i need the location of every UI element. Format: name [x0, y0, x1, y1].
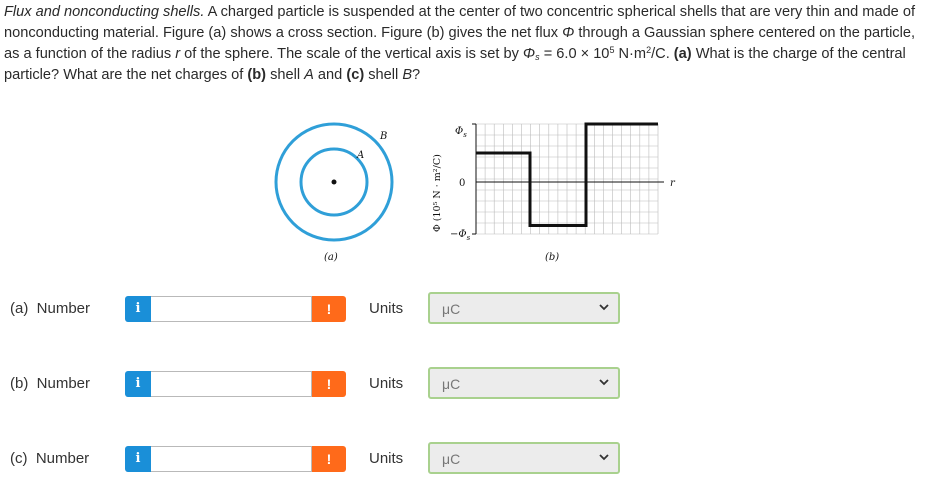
figure-b: Φs 0 −Φs Φ (10⁵ N · m²/C) r (b) — [432, 122, 676, 263]
x-axis-label: r — [670, 178, 676, 189]
info-icon-button[interactable]: i — [125, 296, 151, 322]
problem-statement: Flux and nonconducting shells. A charged… — [4, 4, 916, 83]
units-select[interactable]: μC — [428, 442, 620, 474]
shell-b-label: B — [379, 131, 387, 142]
problem-title: Flux and nonconducting shells. — [4, 4, 205, 20]
units-label: Units — [369, 375, 404, 392]
tick-top-label: Φs — [455, 126, 467, 139]
units-select-value: μC — [442, 376, 461, 392]
number-input[interactable] — [151, 446, 312, 472]
caption-b: (b) — [545, 252, 559, 263]
chevron-down-icon — [599, 304, 609, 311]
units-label: Units — [369, 450, 404, 467]
y-axis-label: Φ (10⁵ N · m²/C) — [432, 154, 443, 232]
info-icon-button[interactable]: i — [125, 371, 151, 397]
info-icon-button[interactable]: i — [125, 446, 151, 472]
row-label: (c) Number — [10, 450, 90, 467]
answer-row-b: (b) Number i ! Units μC — [0, 367, 933, 401]
warning-icon-button[interactable]: ! — [312, 296, 346, 322]
caption-a: (a) — [324, 252, 338, 263]
shell-a-label: A — [356, 150, 364, 161]
chevron-down-icon — [599, 454, 609, 461]
row-label: (b) Number — [10, 375, 91, 392]
central-particle — [331, 179, 337, 185]
warning-icon-button[interactable]: ! — [312, 446, 346, 472]
warning-icon-button[interactable]: ! — [312, 371, 346, 397]
number-input[interactable] — [151, 371, 312, 397]
units-select-value: μC — [442, 301, 461, 317]
units-select[interactable]: μC — [428, 367, 620, 399]
number-input[interactable] — [151, 296, 312, 322]
units-label: Units — [369, 300, 404, 317]
tick-zero-label: 0 — [459, 178, 465, 189]
figure: A B (a) Φs 0 −Φs Φ (10⁵ N · m²/C) r (b) — [274, 122, 676, 263]
figure-a: A B (a) — [274, 122, 394, 263]
units-select-value: μC — [442, 451, 461, 467]
row-label: (a) Number — [10, 300, 91, 317]
graph-grid — [475, 123, 659, 235]
tick-bottom-label: −Φs — [450, 229, 471, 242]
units-select[interactable]: μC — [428, 292, 620, 324]
answer-row-a: (a) Number i ! Units μC — [0, 292, 933, 326]
chevron-down-icon — [599, 379, 609, 386]
answer-row-c: (c) Number i ! Units μC — [0, 442, 933, 476]
